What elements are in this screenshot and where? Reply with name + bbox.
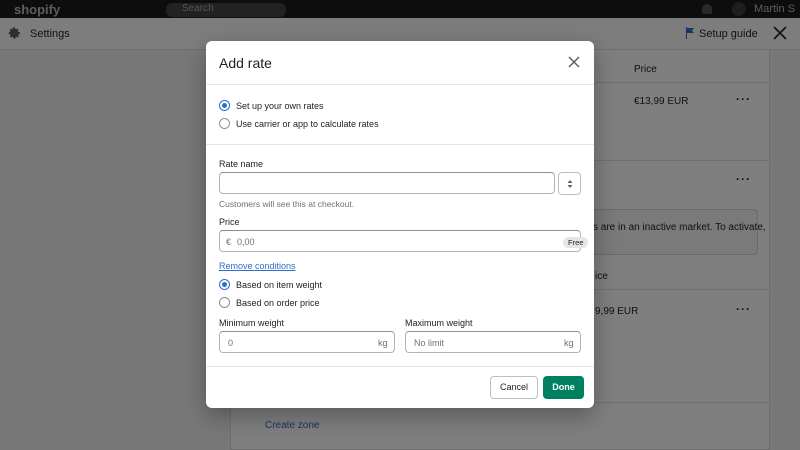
footer-divider [206,366,594,367]
max-weight-label: Maximum weight [405,318,473,328]
item-weight-radio[interactable] [219,279,230,290]
rate-name-label: Rate name [219,159,264,169]
own-rates-label[interactable]: Set up your own rates [236,101,324,111]
remove-conditions-link[interactable]: Remove conditions [219,261,296,271]
select-arrows-icon [567,180,573,188]
modal-title: Add rate [219,55,272,71]
order-price-label[interactable]: Based on order price [236,298,320,308]
min-weight-label: Minimum weight [219,318,285,328]
rate-name-input[interactable] [219,172,555,194]
price-input[interactable]: € 0,00 Free [219,230,589,252]
price-value: 0,00 [237,237,255,247]
currency-symbol: € [226,237,232,247]
order-price-radio[interactable] [219,297,230,308]
modal-header: Add rate [206,41,594,85]
min-weight-input[interactable]: 0 kg [219,331,395,353]
close-icon[interactable] [567,55,581,69]
add-rate-modal: Add rate Set up your own rates Use carri… [206,41,594,408]
max-weight-input[interactable]: No limit kg [405,331,581,353]
item-weight-label[interactable]: Based on item weight [236,280,322,290]
cancel-button[interactable]: Cancel [490,376,538,399]
min-weight-value: 0 [228,338,234,348]
min-weight-unit: kg [378,338,388,348]
rate-name-select[interactable] [558,172,581,195]
rate-name-help: Customers will see this at checkout. [219,199,355,209]
carrier-rates-label[interactable]: Use carrier or app to calculate rates [236,119,379,129]
own-rates-radio[interactable] [219,100,230,111]
done-button[interactable]: Done [543,376,584,399]
carrier-rates-radio[interactable] [219,118,230,129]
free-badge: Free [563,237,589,248]
section-divider [206,144,594,145]
price-label: Price [219,217,240,227]
max-weight-unit: kg [564,338,574,348]
max-weight-value: No limit [414,338,445,348]
